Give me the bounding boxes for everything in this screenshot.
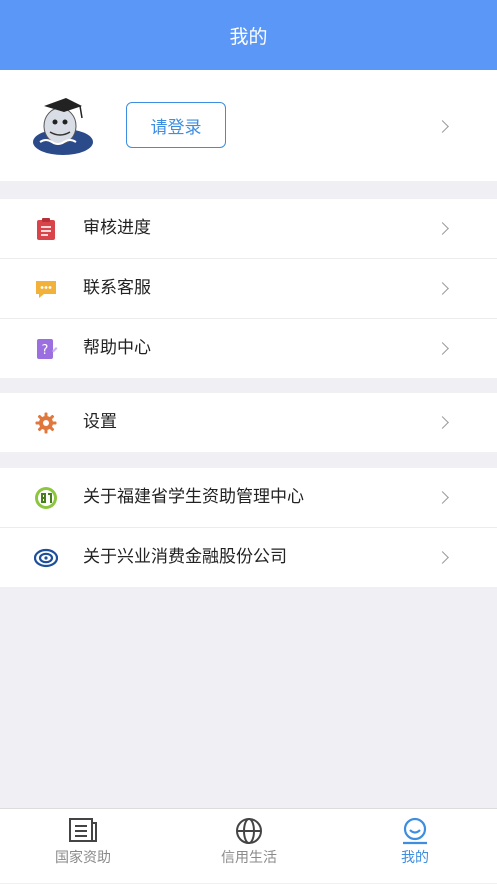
menu-item-about-fujian-aid[interactable]: 关于福建省学生资助管理中心 [0, 468, 497, 528]
smiley-icon [403, 817, 427, 845]
svg-text:?: ? [42, 343, 49, 358]
tab-label: 信用生活 [221, 850, 277, 866]
tab-mine[interactable]: 我的 [332, 809, 497, 884]
menu-group-settings: 设置 [0, 393, 497, 452]
login-button[interactable]: 请登录 [126, 102, 226, 148]
page-title: 我的 [229, 25, 268, 48]
menu-item-contact-service[interactable]: 联系客服 [0, 259, 497, 319]
chevron-right-icon [436, 551, 449, 564]
profile-section [0, 70, 497, 181]
bottom-tab-bar: 国家资助 信用生活 我的 [0, 808, 497, 883]
chevron-right-icon [436, 416, 449, 429]
menu-item-label: 关于兴业消费金融股份公司 [83, 547, 287, 567]
menu-item-label: 审核进度 [83, 218, 151, 238]
menu-item-review-progress[interactable]: 审核进度 [0, 199, 497, 259]
menu-group-about: 关于福建省学生资助管理中心 关于兴业消费金融股份公司 [0, 468, 497, 587]
clipboard-icon [37, 218, 55, 240]
chevron-right-icon [436, 222, 449, 235]
tab-label: 国家资助 [55, 850, 111, 866]
mascot-avatar-icon [33, 98, 93, 155]
menu-group-main: 审核进度 联系客服 ? 帮助中心 [0, 199, 497, 378]
chevron-right-icon [436, 282, 449, 295]
globe-icon [236, 818, 262, 844]
menu-item-help-center[interactable]: ? 帮助中心 [0, 319, 497, 378]
tab-label: 我的 [401, 850, 429, 866]
menu-item-settings[interactable]: 设置 [0, 393, 497, 452]
tab-national-aid[interactable]: 国家资助 [0, 809, 166, 884]
chat-bubble-icon [36, 281, 56, 298]
menu-item-label: 关于福建省学生资助管理中心 [83, 487, 304, 507]
chevron-right-icon [436, 120, 449, 133]
chevron-right-icon [436, 491, 449, 504]
tab-credit-life[interactable]: 信用生活 [166, 809, 332, 884]
menu-item-label: 联系客服 [83, 278, 151, 298]
chevron-right-icon [436, 342, 449, 355]
menu-item-label: 设置 [83, 412, 117, 432]
cib-logo-icon [34, 548, 58, 568]
menu-item-about-cib-consumer-finance[interactable]: 关于兴业消费金融股份公司 [0, 528, 497, 587]
app-header: 我的 [0, 0, 497, 70]
fujian-aid-logo-icon [35, 487, 57, 509]
help-note-icon: ? [37, 339, 58, 359]
book-icon [69, 818, 97, 842]
menu-item-label: 帮助中心 [83, 338, 151, 358]
gear-icon [35, 412, 57, 434]
